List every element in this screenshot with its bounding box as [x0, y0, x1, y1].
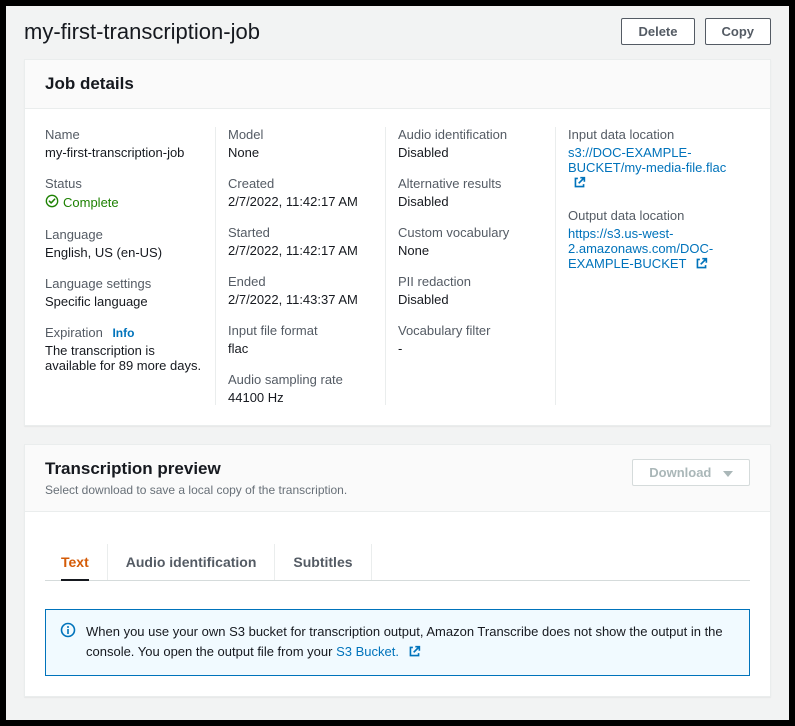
- preview-tabs: Text Audio identification Subtitles: [45, 544, 750, 581]
- custom-vocab-label: Custom vocabulary: [398, 225, 543, 240]
- created-label: Created: [228, 176, 373, 191]
- pii-value: Disabled: [398, 292, 543, 307]
- transcription-preview-panel: Transcription preview Select download to…: [24, 444, 771, 697]
- page-header: my-first-transcription-job Delete Copy: [6, 6, 789, 59]
- ended-label: Ended: [228, 274, 373, 289]
- name-value: my-first-transcription-job: [45, 145, 203, 160]
- tab-subtitles[interactable]: Subtitles: [293, 544, 352, 580]
- audio-id-label: Audio identification: [398, 127, 543, 142]
- status-text: Complete: [63, 195, 119, 210]
- preview-header: Transcription preview Select download to…: [25, 445, 770, 512]
- status-badge: Complete: [45, 194, 119, 211]
- input-location-label: Input data location: [568, 127, 738, 142]
- ended-value: 2/7/2022, 11:43:37 AM: [228, 292, 373, 307]
- tab-audio-identification[interactable]: Audio identification: [126, 544, 257, 580]
- vocab-filter-value: -: [398, 341, 543, 356]
- info-icon: [60, 622, 76, 663]
- delete-button[interactable]: Delete: [621, 18, 694, 45]
- info-message: When you use your own S3 bucket for tran…: [86, 622, 735, 663]
- output-location-link[interactable]: https://s3.us-west-2.amazonaws.com/DOC-E…: [568, 226, 713, 271]
- pii-label: PII redaction: [398, 274, 543, 289]
- model-label: Model: [228, 127, 373, 142]
- job-details-header: Job details: [25, 60, 770, 109]
- preview-subtitle: Select download to save a local copy of …: [45, 483, 347, 497]
- started-label: Started: [228, 225, 373, 240]
- info-alert: When you use your own S3 bucket for tran…: [45, 609, 750, 676]
- vocab-filter-label: Vocabulary filter: [398, 323, 543, 338]
- job-details-panel: Job details Name my-first-transcription-…: [24, 59, 771, 426]
- custom-vocab-value: None: [398, 243, 543, 258]
- copy-button[interactable]: Copy: [705, 18, 772, 45]
- name-label: Name: [45, 127, 203, 142]
- job-details-title: Job details: [45, 74, 750, 94]
- language-label: Language: [45, 227, 203, 242]
- input-format-label: Input file format: [228, 323, 373, 338]
- alt-results-label: Alternative results: [398, 176, 543, 191]
- download-button[interactable]: Download: [632, 459, 750, 486]
- expiration-label: Expiration Info: [45, 325, 203, 340]
- page-title: my-first-transcription-job: [24, 19, 260, 45]
- input-location-link[interactable]: s3://DOC-EXAMPLE-BUCKET/my-media-file.fl…: [568, 145, 726, 190]
- language-value: English, US (en-US): [45, 245, 203, 260]
- preview-title: Transcription preview: [45, 459, 347, 479]
- external-link-icon: [695, 257, 708, 273]
- alt-results-value: Disabled: [398, 194, 543, 209]
- details-col-2: Model None Created 2/7/2022, 11:42:17 AM…: [215, 127, 385, 405]
- details-col-4: Input data location s3://DOC-EXAMPLE-BUC…: [555, 127, 750, 405]
- model-value: None: [228, 145, 373, 160]
- expiration-info-link[interactable]: Info: [112, 326, 134, 340]
- started-value: 2/7/2022, 11:42:17 AM: [228, 243, 373, 258]
- status-label: Status: [45, 176, 203, 191]
- audio-id-value: Disabled: [398, 145, 543, 160]
- header-actions: Delete Copy: [621, 18, 771, 45]
- output-location-label: Output data location: [568, 208, 738, 223]
- chevron-down-icon: [723, 471, 733, 477]
- check-circle-icon: [45, 194, 59, 211]
- language-settings-label: Language settings: [45, 276, 203, 291]
- details-col-3: Audio identification Disabled Alternativ…: [385, 127, 555, 405]
- created-value: 2/7/2022, 11:42:17 AM: [228, 194, 373, 209]
- language-settings-value: Specific language: [45, 294, 203, 309]
- s3-bucket-link[interactable]: S3 Bucket.: [336, 644, 421, 659]
- external-link-icon: [408, 644, 421, 664]
- tab-text[interactable]: Text: [61, 544, 89, 580]
- external-link-icon: [573, 176, 586, 192]
- input-format-value: flac: [228, 341, 373, 356]
- sample-rate-value: 44100 Hz: [228, 390, 373, 405]
- expiration-value: The transcription is available for 89 mo…: [45, 343, 203, 373]
- sample-rate-label: Audio sampling rate: [228, 372, 373, 387]
- details-col-1: Name my-first-transcription-job Status C…: [45, 127, 215, 405]
